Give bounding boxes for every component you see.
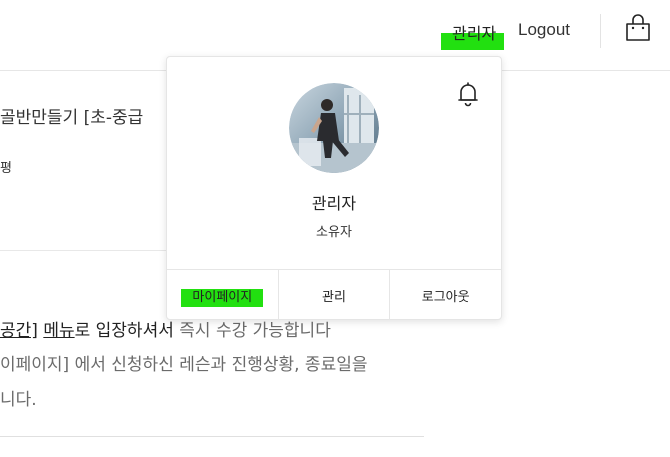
admin-button-label: 관리 <box>322 289 346 305</box>
course-sub-label: 평 <box>0 161 12 176</box>
header-user-link[interactable]: 관리자 <box>452 20 496 44</box>
notice-line-3: 니다. <box>0 390 37 410</box>
shopping-bag-icon[interactable] <box>624 12 652 42</box>
logout-button[interactable]: 로그아웃 <box>390 270 501 320</box>
menu-link[interactable]: 메뉴 <box>43 321 74 341</box>
profile-popup: 관리자 소유자 마이페이지 관리 로그아웃 <box>166 56 502 320</box>
profile-name: 관리자 <box>311 194 357 213</box>
header-divider <box>600 14 601 48</box>
logout-button-label: 로그아웃 <box>421 289 470 305</box>
mypage-button-label: 마이페이지 <box>192 289 253 305</box>
bell-icon[interactable] <box>457 81 479 107</box>
avatar[interactable] <box>289 83 379 173</box>
mypage-button[interactable]: 마이페이지 <box>167 270 279 320</box>
logout-link[interactable]: Logout <box>518 20 570 40</box>
popup-actions: 마이페이지 관리 로그아웃 <box>167 269 501 320</box>
space-menu-link[interactable]: 공간] <box>0 321 38 341</box>
notice-text: 로 입장하셔서 <box>74 321 174 341</box>
divider <box>0 250 166 251</box>
admin-button[interactable]: 관리 <box>279 270 391 320</box>
divider <box>0 436 424 437</box>
course-title: 골반만들기 [초-중급 <box>0 108 144 128</box>
notice-text-gray: 즉시 수강 가능합니다 <box>173 321 331 341</box>
notice-line-2: 이페이지] 에서 신청하신 레슨과 진행상황, 종료일을 <box>0 355 368 375</box>
profile-role: 소유자 <box>316 225 352 240</box>
